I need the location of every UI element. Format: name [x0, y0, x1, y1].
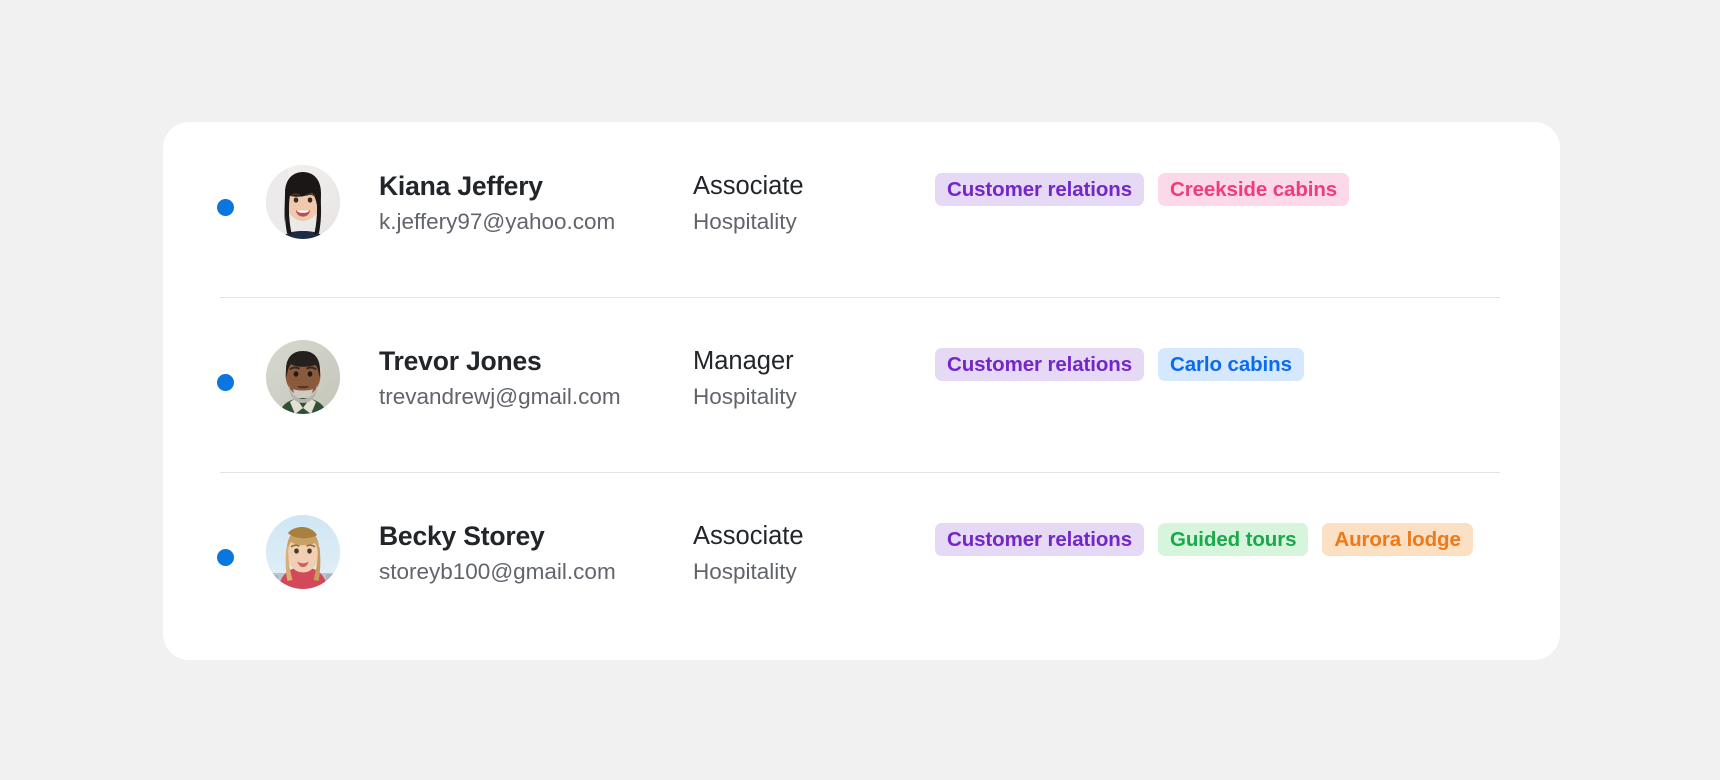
table-row[interactable]: Kiana Jeffery k.jeffery97@yahoo.com Asso…	[163, 135, 1560, 295]
tags-cell: Customer relations Carlo cabins	[935, 310, 1560, 470]
tag-badge[interactable]: Creekside cabins	[1158, 173, 1350, 206]
person-email: trevandrewj@gmail.com	[379, 384, 621, 409]
status-dot-icon[interactable]	[217, 374, 234, 391]
person-department: Hospitality	[693, 384, 797, 409]
avatar-cell	[266, 310, 379, 470]
table-row[interactable]: Becky Storey storeyb100@gmail.com Associ…	[163, 485, 1560, 645]
identity-cell: Becky Storey storeyb100@gmail.com	[379, 485, 693, 645]
person-department: Hospitality	[693, 209, 797, 234]
people-list-card: Kiana Jeffery k.jeffery97@yahoo.com Asso…	[163, 122, 1560, 660]
person-role: Associate	[693, 172, 804, 200]
person-email: storeyb100@gmail.com	[379, 559, 616, 584]
screen: Kiana Jeffery k.jeffery97@yahoo.com Asso…	[0, 0, 1720, 780]
identity-cell: Trevor Jones trevandrewj@gmail.com	[379, 310, 693, 470]
tag-badge[interactable]: Customer relations	[935, 173, 1145, 206]
identity-cell: Kiana Jeffery k.jeffery97@yahoo.com	[379, 135, 693, 295]
tag-badge[interactable]: Customer relations	[935, 348, 1145, 381]
avatar[interactable]	[266, 165, 340, 239]
person-name: Trevor Jones	[379, 346, 542, 376]
avatar-cell	[266, 485, 379, 645]
status-cell	[163, 135, 266, 295]
person-role: Associate	[693, 522, 804, 550]
person-email: k.jeffery97@yahoo.com	[379, 209, 616, 234]
tag-badge[interactable]: Carlo cabins	[1158, 348, 1304, 381]
tag-badge[interactable]: Guided tours	[1158, 523, 1309, 556]
role-cell: Associate Hospitality	[693, 485, 935, 645]
avatar[interactable]	[266, 340, 340, 414]
person-name: Kiana Jeffery	[379, 171, 543, 201]
role-cell: Manager Hospitality	[693, 310, 935, 470]
tag-badge[interactable]: Aurora lodge	[1322, 523, 1473, 556]
person-role: Manager	[693, 347, 794, 375]
person-department: Hospitality	[693, 559, 797, 584]
tags-cell: Customer relations Creekside cabins	[935, 135, 1560, 295]
avatar-cell	[266, 135, 379, 295]
row-divider	[220, 472, 1500, 473]
status-dot-icon[interactable]	[217, 199, 234, 216]
person-name: Becky Storey	[379, 521, 545, 551]
table-row[interactable]: Trevor Jones trevandrewj@gmail.com Manag…	[163, 310, 1560, 470]
row-divider	[220, 297, 1500, 298]
status-cell	[163, 485, 266, 645]
avatar[interactable]	[266, 515, 340, 589]
tag-badge[interactable]: Customer relations	[935, 523, 1145, 556]
role-cell: Associate Hospitality	[693, 135, 935, 295]
tags-cell: Customer relations Guided tours Aurora l…	[935, 485, 1560, 645]
status-dot-icon[interactable]	[217, 549, 234, 566]
status-cell	[163, 310, 266, 470]
